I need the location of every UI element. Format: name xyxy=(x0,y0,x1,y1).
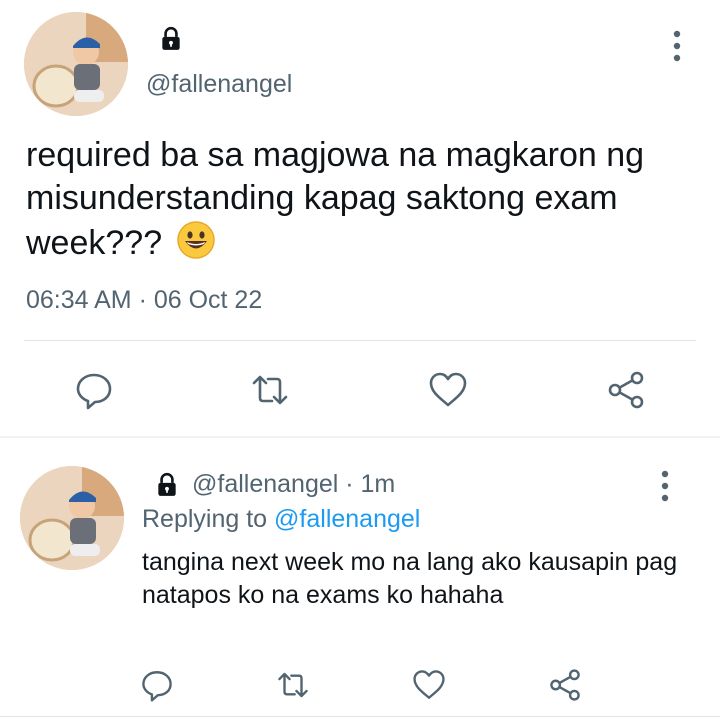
more-vertical-icon[interactable] xyxy=(662,26,692,66)
share-icon[interactable] xyxy=(548,668,582,702)
reply-icon[interactable] xyxy=(74,370,114,410)
replying-to-mention[interactable]: @fallenangel xyxy=(274,505,420,533)
retweet-icon[interactable] xyxy=(276,668,310,702)
divider xyxy=(0,716,720,717)
author-avatar[interactable] xyxy=(24,12,128,116)
tweet-timestamp[interactable]: 06:34 AM · 06 Oct 22 xyxy=(26,286,262,315)
reply-handle-and-time[interactable]: @fallenangel · 1m xyxy=(192,470,395,499)
heart-icon[interactable] xyxy=(428,370,468,410)
share-icon[interactable] xyxy=(606,370,646,410)
replying-to: Replying to @fallenangel xyxy=(142,505,420,534)
tweet-text: required ba sa magjowa na magkaron ng mi… xyxy=(26,134,696,265)
reply-text: tangina next week mo na lang ako kausapi… xyxy=(142,548,678,609)
reply-icon[interactable] xyxy=(140,668,174,702)
retweet-icon[interactable] xyxy=(250,370,290,410)
replying-to-prefix: Replying to xyxy=(142,505,268,533)
lock-icon xyxy=(154,472,180,498)
avatar-image xyxy=(24,12,128,116)
avatar-image xyxy=(20,466,124,570)
author-handle[interactable]: @fallenangel xyxy=(146,70,292,99)
reply-author-avatar[interactable] xyxy=(20,466,124,570)
grinning-face-emoji-icon xyxy=(176,220,216,260)
heart-icon[interactable] xyxy=(412,668,446,702)
divider xyxy=(24,340,696,341)
section-divider xyxy=(0,436,720,438)
more-vertical-icon[interactable] xyxy=(650,466,680,506)
lock-icon xyxy=(158,26,184,52)
tweet-body: required ba sa magjowa na magkaron ng mi… xyxy=(26,136,645,262)
